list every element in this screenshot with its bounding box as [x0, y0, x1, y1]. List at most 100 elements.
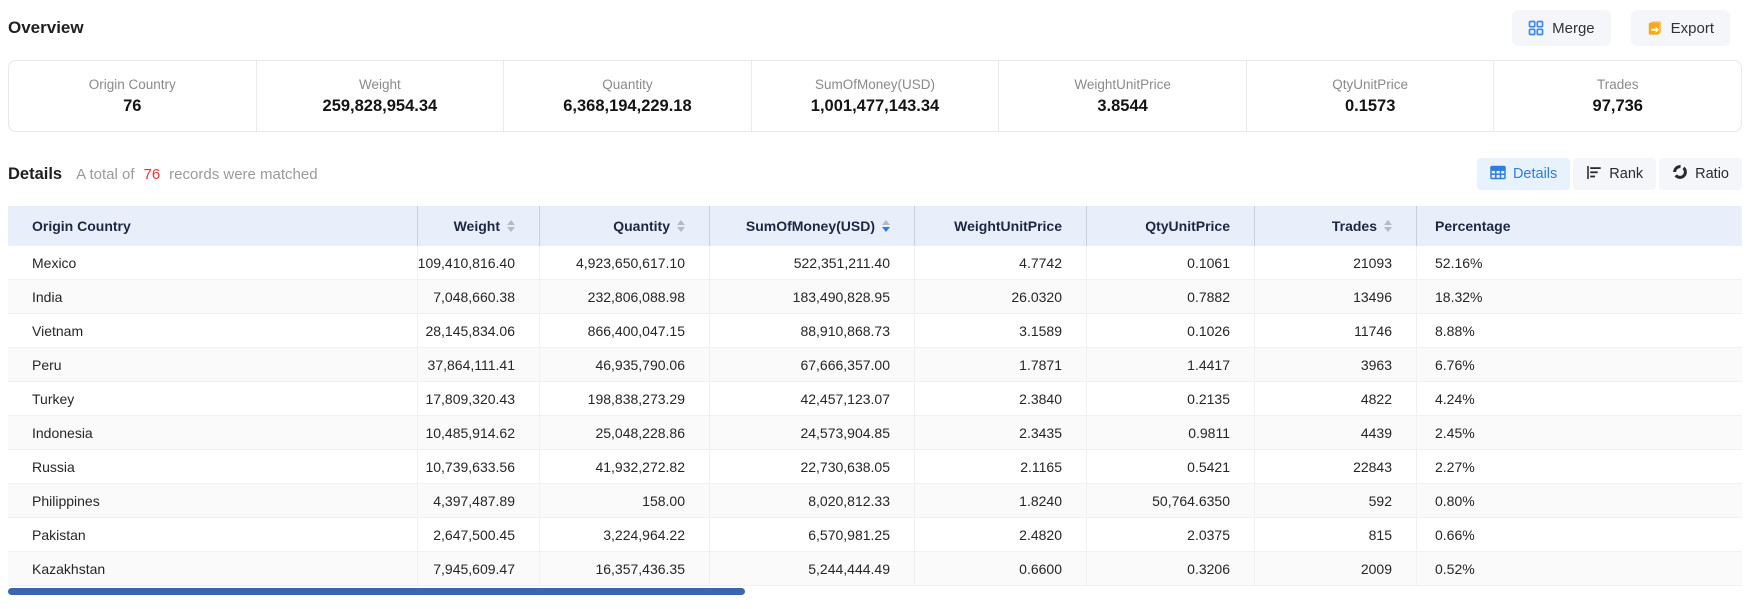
sort-caret-icon[interactable] — [882, 220, 890, 232]
sort-caret-icon[interactable] — [677, 220, 685, 232]
cell-weight: 37,864,111.41 — [418, 348, 540, 381]
cell-weight: 7,945,609.47 — [418, 552, 540, 585]
cell-percentage: 2.27% — [1417, 450, 1742, 483]
cell-weightunitprice: 1.7871 — [915, 348, 1087, 381]
column-header-weight[interactable]: Weight — [418, 206, 540, 246]
summary-item-label: Quantity — [602, 77, 652, 92]
cell-origin-country: Turkey — [8, 382, 418, 415]
cell-weightunitprice: 2.1165 — [915, 450, 1087, 483]
cell-weight: 17,809,320.43 — [418, 382, 540, 415]
match-count: 76 — [143, 166, 160, 183]
column-header-sumofmoney-usd[interactable]: SumOfMoney(USD) — [710, 206, 915, 246]
table-row: Turkey17,809,320.43198,838,273.2942,457,… — [8, 382, 1742, 416]
summary-item-trades: Trades97,736 — [1493, 61, 1741, 131]
cell-percentage: 4.24% — [1417, 382, 1742, 415]
cell-quantity: 158.00 — [540, 484, 710, 517]
cell-sumofmoney-usd: 88,910,868.73 — [710, 314, 915, 347]
summary-item-value: 1,001,477,143.34 — [811, 97, 939, 116]
column-header-label: Percentage — [1435, 218, 1510, 234]
merge-button[interactable]: Merge — [1512, 10, 1611, 46]
column-header-trades[interactable]: Trades — [1255, 206, 1417, 246]
cell-percentage: 18.32% — [1417, 280, 1742, 313]
sort-ascending-arrow-icon[interactable] — [507, 220, 515, 225]
cell-qtyunitprice: 0.1026 — [1087, 314, 1255, 347]
cell-weight: 7,048,660.38 — [418, 280, 540, 313]
summary-item-value: 6,368,194,229.18 — [563, 97, 691, 116]
rank-bars-icon — [1586, 165, 1602, 184]
cell-sumofmoney-usd: 8,020,812.33 — [710, 484, 915, 517]
details-left: Details A total of 76 records were match… — [8, 165, 318, 184]
cell-weightunitprice: 2.4820 — [915, 518, 1087, 551]
column-header-quantity[interactable]: Quantity — [540, 206, 710, 246]
cell-trades: 3963 — [1255, 348, 1417, 381]
cell-trades: 2009 — [1255, 552, 1417, 585]
sort-ascending-arrow-icon[interactable] — [1384, 220, 1392, 225]
cell-qtyunitprice: 0.7882 — [1087, 280, 1255, 313]
merge-button-label: Merge — [1552, 20, 1595, 37]
cell-weightunitprice: 2.3435 — [915, 416, 1087, 449]
cell-sumofmoney-usd: 67,666,357.00 — [710, 348, 915, 381]
sort-descending-arrow-icon[interactable] — [507, 227, 515, 232]
cell-weightunitprice: 0.6600 — [915, 552, 1087, 585]
table-row: India7,048,660.38232,806,088.98183,490,8… — [8, 280, 1742, 314]
cell-sumofmoney-usd: 522,351,211.40 — [710, 246, 915, 279]
column-header-percentage: Percentage — [1417, 206, 1742, 246]
cell-origin-country: Russia — [8, 450, 418, 483]
cell-trades: 592 — [1255, 484, 1417, 517]
details-table: Origin Country WeightQuantitySumOfMoney(U… — [8, 206, 1742, 586]
cell-origin-country: Philippines — [8, 484, 418, 517]
cell-qtyunitprice: 2.0375 — [1087, 518, 1255, 551]
cell-origin-country: Indonesia — [8, 416, 418, 449]
sort-descending-arrow-icon[interactable] — [1384, 227, 1392, 232]
page-title: Overview — [8, 18, 84, 38]
topbar-actions: Merge Export — [1512, 10, 1730, 46]
view-button-details[interactable]: Details — [1477, 158, 1570, 190]
cell-weightunitprice: 26.0320 — [915, 280, 1087, 313]
cell-quantity: 16,357,436.35 — [540, 552, 710, 585]
horizontal-scrollbar-thumb[interactable] — [8, 588, 745, 595]
column-header-qtyunitprice: QtyUnitPrice — [1087, 206, 1255, 246]
sort-descending-arrow-icon[interactable] — [677, 227, 685, 232]
cell-percentage: 0.66% — [1417, 518, 1742, 551]
cell-qtyunitprice: 1.4417 — [1087, 348, 1255, 381]
export-button-label: Export — [1671, 20, 1714, 37]
cell-qtyunitprice: 0.3206 — [1087, 552, 1255, 585]
column-header-origin-country: Origin Country — [8, 206, 418, 246]
cell-trades: 4822 — [1255, 382, 1417, 415]
cell-sumofmoney-usd: 42,457,123.07 — [710, 382, 915, 415]
cell-percentage: 8.88% — [1417, 314, 1742, 347]
sort-caret-icon[interactable] — [507, 220, 515, 232]
table-row: Russia10,739,633.5641,932,272.8222,730,6… — [8, 450, 1742, 484]
cell-trades: 4439 — [1255, 416, 1417, 449]
summary-item-value: 3.8544 — [1097, 97, 1147, 116]
merge-grid-icon — [1528, 20, 1544, 36]
table-row: Kazakhstan7,945,609.4716,357,436.355,244… — [8, 552, 1742, 586]
details-header-row: Details A total of 76 records were match… — [8, 158, 1742, 190]
top-bar: Overview Merge Export — [0, 0, 1750, 56]
view-button-label: Ratio — [1695, 166, 1729, 182]
sort-ascending-arrow-icon[interactable] — [882, 220, 890, 225]
summary-item-value: 97,736 — [1593, 97, 1643, 116]
summary-item-value: 259,828,954.34 — [323, 97, 438, 116]
cell-trades: 11746 — [1255, 314, 1417, 347]
cell-quantity: 46,935,790.06 — [540, 348, 710, 381]
column-header-label: Origin Country — [32, 218, 131, 234]
view-button-rank[interactable]: Rank — [1573, 158, 1656, 190]
sort-caret-icon[interactable] — [1384, 220, 1392, 232]
column-header-weightunitprice: WeightUnitPrice — [915, 206, 1087, 246]
cell-qtyunitprice: 50,764.6350 — [1087, 484, 1255, 517]
export-button[interactable]: Export — [1631, 10, 1730, 46]
view-button-ratio[interactable]: Ratio — [1659, 158, 1742, 190]
sort-descending-arrow-icon[interactable] — [882, 227, 890, 232]
cell-weight: 10,739,633.56 — [418, 450, 540, 483]
cell-percentage: 0.80% — [1417, 484, 1742, 517]
cell-weight: 4,397,487.89 — [418, 484, 540, 517]
cell-percentage: 0.52% — [1417, 552, 1742, 585]
cell-weight: 109,410,816.40 — [418, 246, 540, 279]
cell-sumofmoney-usd: 183,490,828.95 — [710, 280, 915, 313]
match-summary-suffix: records were matched — [169, 166, 317, 183]
table-row: Philippines4,397,487.89158.008,020,812.3… — [8, 484, 1742, 518]
summary-item-label: Weight — [359, 77, 401, 92]
sort-ascending-arrow-icon[interactable] — [677, 220, 685, 225]
cell-sumofmoney-usd: 22,730,638.05 — [710, 450, 915, 483]
